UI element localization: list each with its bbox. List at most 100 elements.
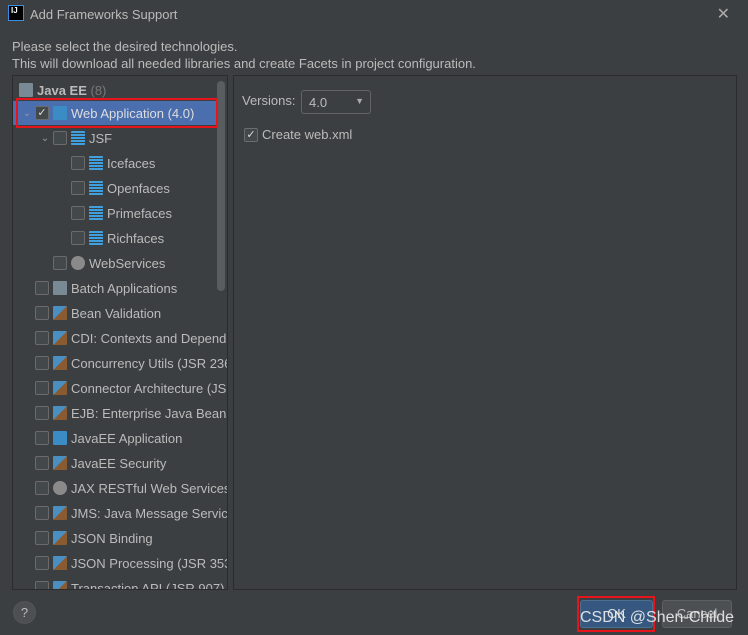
checkbox[interactable]: [35, 306, 49, 320]
close-icon[interactable]: ✕: [717, 4, 730, 24]
tree-item-label: JSON Binding: [71, 530, 153, 546]
highlight-box: [16, 98, 218, 128]
bean-icon: [53, 556, 67, 570]
tree-item[interactable]: Batch Applications: [13, 276, 218, 300]
checkbox[interactable]: [35, 406, 49, 420]
tree-item-label: CDI: Contexts and Dependency Injection: [71, 330, 227, 346]
tree-item[interactable]: WebServices: [13, 251, 218, 275]
checkbox[interactable]: [71, 156, 85, 170]
frameworks-tree[interactable]: Java EE (8) ⌄ ✓ Web Application (4.0) ⌄ JSF I…: [12, 75, 228, 590]
versions-label: Versions:: [242, 93, 296, 108]
scrollbar[interactable]: [217, 81, 225, 291]
description: Please select the desired technologies. …: [12, 38, 476, 72]
tree-item[interactable]: JavaEE Application: [13, 426, 218, 450]
globe-icon: [71, 256, 85, 270]
versions-select[interactable]: 4.0 ▼: [301, 90, 371, 114]
checkbox[interactable]: [35, 531, 49, 545]
bean-icon: [53, 356, 67, 370]
bean-icon: [53, 331, 67, 345]
version-value: 4.0: [309, 95, 328, 110]
tree-item[interactable]: JavaEE Security: [13, 451, 218, 475]
checkbox[interactable]: [35, 556, 49, 570]
jsf-icon: [89, 156, 103, 170]
tree-item-label: WebServices: [89, 255, 166, 271]
bean-icon: [53, 581, 67, 589]
jsf-icon: [71, 131, 85, 145]
checkbox[interactable]: [71, 231, 85, 245]
create-webxml-label: Create web.xml: [262, 127, 353, 142]
bean-icon: [53, 306, 67, 320]
bean-icon: [53, 406, 67, 420]
settings-panel: Versions: 4.0 ▼ ✓ Create web.xml: [233, 75, 737, 590]
tree-item-label: JavaEE Application: [71, 430, 183, 446]
jsf-icon: [89, 181, 103, 195]
checkbox[interactable]: [35, 281, 49, 295]
tree-item[interactable]: Icefaces: [13, 151, 218, 175]
checkbox[interactable]: [35, 481, 49, 495]
checkbox[interactable]: [35, 356, 49, 370]
tree-item[interactable]: Bean Validation: [13, 301, 218, 325]
tree-item[interactable]: EJB: Enterprise Java Beans: [13, 401, 227, 425]
tree-item[interactable]: JSON Processing (JSR 353): [13, 551, 227, 575]
java-ee-icon: [19, 83, 33, 97]
description-line: This will download all needed libraries …: [12, 56, 476, 71]
tree-item[interactable]: Openfaces: [13, 176, 218, 200]
tree-item-label: Concurrency Utils (JSR 236): [71, 355, 228, 371]
group-count: (8): [90, 82, 107, 98]
folder-icon: [53, 281, 67, 295]
tree-item-label: JavaEE Security: [71, 455, 167, 471]
tree-item-label: JMS: Java Message Service: [71, 505, 228, 521]
tree-item-label: Icefaces: [107, 155, 156, 171]
tree-item[interactable]: Transaction API (JSR 907): [13, 576, 224, 589]
tree-item[interactable]: JMS: Java Message Service: [13, 501, 227, 525]
checkbox[interactable]: [53, 131, 67, 145]
checkbox[interactable]: [35, 506, 49, 520]
checkbox[interactable]: [35, 581, 49, 589]
checkbox[interactable]: [35, 431, 49, 445]
bean-icon: [53, 381, 67, 395]
tree-item-label: JAX RESTful Web Services: [71, 480, 228, 496]
group-label: Java EE: [37, 82, 87, 98]
checkbox[interactable]: [71, 206, 85, 220]
watermark: CSDN @Shen-Childe: [580, 609, 735, 626]
tree-item-label: Bean Validation: [71, 305, 162, 321]
tree-item-label: Openfaces: [107, 180, 170, 196]
tree-item-label: Richfaces: [107, 230, 165, 246]
tree-item[interactable]: JAX RESTful Web Services: [13, 476, 227, 500]
tree-item-label: JSF: [89, 130, 113, 146]
jsf-icon: [89, 231, 103, 245]
checkbox[interactable]: [35, 381, 49, 395]
globe-icon: [53, 481, 67, 495]
tree-item-label: Transaction API (JSR 907): [71, 580, 225, 590]
web-icon: [53, 431, 67, 445]
create-webxml-checkbox[interactable]: ✓: [244, 127, 258, 142]
checkbox[interactable]: [35, 331, 49, 345]
tree-item[interactable]: Connector Architecture (JSR 322): [13, 376, 227, 400]
window-title: Add Frameworks Support: [30, 7, 178, 22]
tree-item-label: Batch Applications: [71, 280, 178, 296]
checkbox[interactable]: [71, 181, 85, 195]
bean-icon: [53, 506, 67, 520]
checkbox[interactable]: [53, 256, 67, 270]
tree-item[interactable]: Primefaces: [13, 201, 218, 225]
tree-item[interactable]: ⌄ JSF: [13, 126, 218, 150]
description-line: Please select the desired technologies.: [12, 39, 238, 54]
tree-item[interactable]: Concurrency Utils (JSR 236): [13, 351, 227, 375]
jsf-icon: [89, 206, 103, 220]
chevron-down-icon[interactable]: ⌄: [37, 133, 53, 144]
tree-item[interactable]: CDI: Contexts and Dependency Injection: [13, 326, 227, 350]
tree-item-label: EJB: Enterprise Java Beans: [71, 405, 228, 421]
help-button[interactable]: ?: [13, 601, 36, 624]
checkbox[interactable]: [35, 456, 49, 470]
tree-item-label: Connector Architecture (JSR 322): [71, 380, 227, 396]
create-webxml-option[interactable]: ✓ Create web.xml: [244, 127, 352, 142]
tree-item[interactable]: JSON Binding: [13, 526, 218, 550]
chevron-down-icon: ▼: [355, 96, 364, 106]
bean-icon: [53, 531, 67, 545]
bean-icon: [53, 456, 67, 470]
tree-item-label: JSON Processing (JSR 353): [71, 555, 228, 571]
tree-item[interactable]: Richfaces: [13, 226, 218, 250]
tree-item-label: Primefaces: [107, 205, 173, 221]
intellij-logo-icon: IJ: [8, 5, 24, 21]
title-bar: IJ Add Frameworks Support ✕: [0, 0, 748, 30]
